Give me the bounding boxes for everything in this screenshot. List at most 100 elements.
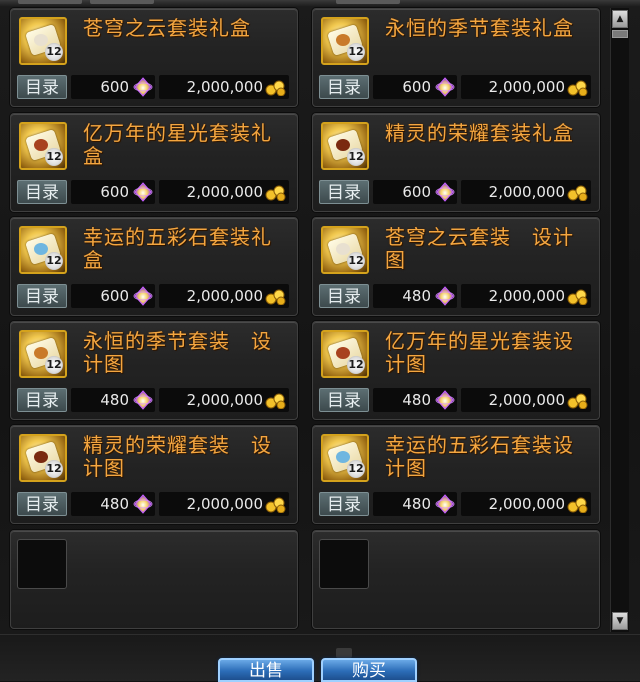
shop-item-cell[interactable]: 12 幸运的五彩石套装设计图 目录 480 2,000,000 <box>312 425 600 524</box>
shop-item-cell[interactable]: 12 幸运的五彩石套装礼盒 目录 600 2,000,000 <box>10 217 298 316</box>
design-scroll-icon[interactable]: 12 <box>321 226 369 274</box>
catalog-button[interactable]: 目录 <box>319 180 369 204</box>
gift-box-icon[interactable]: 12 <box>321 122 369 170</box>
catalog-button[interactable]: 目录 <box>17 388 67 412</box>
sell-button[interactable]: 出售 <box>218 658 314 682</box>
item-name: 苍穹之云套装 设计图 <box>385 225 574 272</box>
shop-item-cell[interactable]: 12 苍穹之云套装 设计图 目录 480 2,000,000 <box>312 217 600 316</box>
gold-price-value: 2,000,000 <box>186 495 263 513</box>
gem-price-value: 600 <box>100 78 129 96</box>
top-tab-edge <box>90 0 154 4</box>
gem-price: 600 <box>71 284 155 308</box>
item-name: 幸运的五彩石套装礼盒 <box>83 225 272 272</box>
buy-button[interactable]: 购买 <box>321 658 417 682</box>
gem-currency-icon <box>435 77 455 97</box>
gem-currency-icon <box>435 286 455 306</box>
gold-price-value: 2,000,000 <box>488 78 565 96</box>
gold-coin-icon <box>265 497 286 513</box>
gem-price: 600 <box>373 75 457 99</box>
gem-price-value: 480 <box>402 287 431 305</box>
item-name: 精灵的荣耀套装 设计图 <box>83 433 272 480</box>
catalog-button[interactable]: 目录 <box>319 388 369 412</box>
gold-coin-icon <box>265 393 286 409</box>
gem-price-value: 480 <box>402 495 431 513</box>
gem-currency-icon <box>133 77 153 97</box>
gem-price: 480 <box>373 492 457 516</box>
gem-currency-icon <box>133 286 153 306</box>
catalog-button[interactable]: 目录 <box>17 180 67 204</box>
gem-currency-icon <box>435 182 455 202</box>
shop-item-cell[interactable]: 12 永恒的季节套装礼盒 目录 600 2,000,000 <box>312 8 600 107</box>
level-badge: 12 <box>45 148 63 166</box>
design-scroll-icon[interactable]: 12 <box>19 330 67 378</box>
shop-item-cell[interactable]: 12 精灵的荣耀套装 设计图 目录 480 2,000,000 <box>10 425 298 524</box>
gold-price: 2,000,000 <box>159 492 289 516</box>
item-name: 苍穹之云套装礼盒 <box>83 16 251 40</box>
bottom-bar <box>0 634 640 681</box>
scroll-up-button[interactable]: ▲ <box>612 10 628 28</box>
gold-price: 2,000,000 <box>461 492 591 516</box>
gem-price: 480 <box>373 388 457 412</box>
gold-coin-icon <box>265 80 286 96</box>
level-badge: 12 <box>347 148 365 166</box>
gem-price: 480 <box>71 388 155 412</box>
gift-box-icon[interactable]: 12 <box>19 226 67 274</box>
catalog-button[interactable]: 目录 <box>319 492 369 516</box>
empty-slot <box>17 539 67 589</box>
gold-price: 2,000,000 <box>461 75 591 99</box>
shop-item-cell[interactable]: 12 苍穹之云套装礼盒目录 600 2,000,000 <box>10 8 298 107</box>
gem-price-value: 480 <box>402 391 431 409</box>
level-badge: 12 <box>45 460 63 478</box>
gem-currency-icon <box>133 182 153 202</box>
gem-price: 480 <box>373 284 457 308</box>
level-badge: 12 <box>45 356 63 374</box>
top-tab-strip <box>0 0 640 7</box>
gold-coin-icon <box>567 289 588 305</box>
shop-item-cell[interactable]: 12 亿万年的星光套装设计图 目录 480 2,000,000 <box>312 321 600 420</box>
catalog-button[interactable]: 目录 <box>17 284 67 308</box>
design-scroll-icon[interactable]: 12 <box>321 330 369 378</box>
gold-price-value: 2,000,000 <box>488 287 565 305</box>
level-badge: 12 <box>45 252 63 270</box>
scroll-thumb[interactable] <box>612 30 628 38</box>
gold-price: 2,000,000 <box>159 75 289 99</box>
gem-price-value: 480 <box>100 495 129 513</box>
gold-price-value: 2,000,000 <box>186 183 263 201</box>
gold-price: 2,000,000 <box>159 284 289 308</box>
scroll-down-button[interactable]: ▼ <box>612 612 628 630</box>
gem-price-value: 600 <box>100 287 129 305</box>
gold-coin-icon <box>567 185 588 201</box>
catalog-button[interactable]: 目录 <box>319 284 369 308</box>
top-tab-edge <box>336 0 400 4</box>
item-name: 精灵的荣耀套装礼盒 <box>385 121 574 145</box>
gem-currency-icon <box>133 494 153 514</box>
shop-item-cell[interactable]: 12 永恒的季节套装 设计图 目录 480 2,000,000 <box>10 321 298 420</box>
catalog-button[interactable]: 目录 <box>17 492 67 516</box>
level-badge: 12 <box>347 460 365 478</box>
scrollbar[interactable]: ▲ ▼ <box>610 8 629 632</box>
design-scroll-icon[interactable]: 12 <box>321 434 369 482</box>
gift-box-icon[interactable]: 12 <box>321 17 369 65</box>
catalog-button[interactable]: 目录 <box>319 75 369 99</box>
top-tab-edge <box>18 0 82 4</box>
shop-item-cell[interactable]: 12 精灵的荣耀套装礼盒目录 600 2,000,000 <box>312 113 600 212</box>
shop-window: 12 苍穹之云套装礼盒 目录 600 2,000,000 12 永恒的季节套装礼盒 目录 600… <box>0 0 640 682</box>
gem-price-value: 600 <box>402 78 431 96</box>
gift-box-icon[interactable]: 12 <box>19 17 67 65</box>
gem-currency-icon <box>435 390 455 410</box>
gold-price-value: 2,000,000 <box>186 391 263 409</box>
item-name: 亿万年的星光套装礼盒 <box>83 121 272 168</box>
gold-price-value: 2,000,000 <box>488 183 565 201</box>
divider-nub <box>336 648 352 658</box>
level-badge: 12 <box>347 43 365 61</box>
design-scroll-icon[interactable]: 12 <box>19 434 67 482</box>
gold-price: 2,000,000 <box>159 180 289 204</box>
gem-currency-icon <box>133 390 153 410</box>
empty-slot <box>319 539 369 589</box>
gift-box-icon[interactable]: 12 <box>19 122 67 170</box>
catalog-button[interactable]: 目录 <box>17 75 67 99</box>
empty-item-cell <box>312 530 600 629</box>
gem-price-value: 600 <box>402 183 431 201</box>
shop-item-cell[interactable]: 12 亿万年的星光套装礼盒 目录 600 2,000,000 <box>10 113 298 212</box>
gold-coin-icon <box>265 185 286 201</box>
